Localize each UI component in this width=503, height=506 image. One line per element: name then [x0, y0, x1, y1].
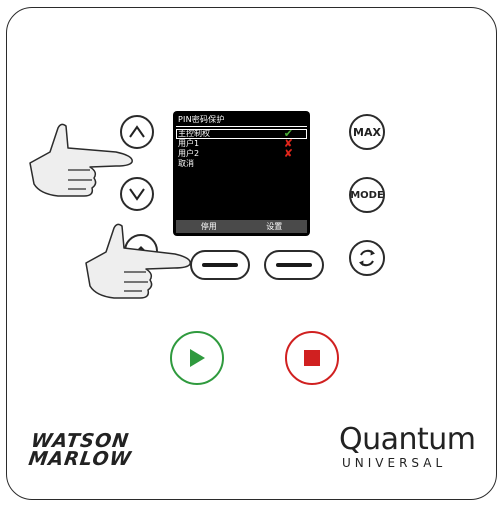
play-icon: [190, 349, 205, 367]
softkey-bar: [276, 263, 312, 267]
softkey-right-label: 设置: [266, 222, 283, 231]
menu-item-label: 用户1: [178, 139, 200, 148]
quantum-universal-logo: Quantum UNIVERSAL: [339, 422, 476, 471]
menu-item-cancel[interactable]: 取消: [176, 159, 307, 169]
max-label: MAX: [353, 125, 381, 139]
menu-item-label: 取消: [178, 159, 194, 168]
menu-item-label: 主控制权: [178, 129, 210, 138]
direction-button[interactable]: [349, 240, 385, 276]
pointing-hand-icon: [29, 123, 133, 197]
menu-item-user2[interactable]: 用户2 ✘: [176, 147, 307, 160]
cross-icon: ✘: [283, 147, 293, 160]
rotate-direction-icon: [359, 249, 375, 267]
softkey-left-label: 停用: [200, 222, 217, 231]
softkey-right-button[interactable]: [264, 250, 324, 280]
stop-icon: [304, 350, 320, 366]
stop-button[interactable]: [285, 331, 339, 385]
softkey-bar: [202, 263, 238, 267]
mode-button[interactable]: MODE: [349, 177, 385, 213]
screen-title: PIN密码保护: [178, 115, 225, 124]
pointing-hand-icon: [85, 223, 191, 299]
mode-label: MODE: [350, 189, 384, 201]
pin-protection-menu: 主控制权 ✔ 用户1 ✘ 用户2 ✘ 取消: [176, 128, 307, 169]
menu-item-label: 用户2: [178, 149, 200, 158]
universal-wordmark: UNIVERSAL: [342, 456, 447, 470]
max-button[interactable]: MAX: [349, 114, 385, 150]
watson-marlow-logo: WATSON MARLOW: [27, 430, 134, 470]
quantum-wordmark: Quantum: [339, 422, 476, 457]
start-button[interactable]: [170, 331, 224, 385]
